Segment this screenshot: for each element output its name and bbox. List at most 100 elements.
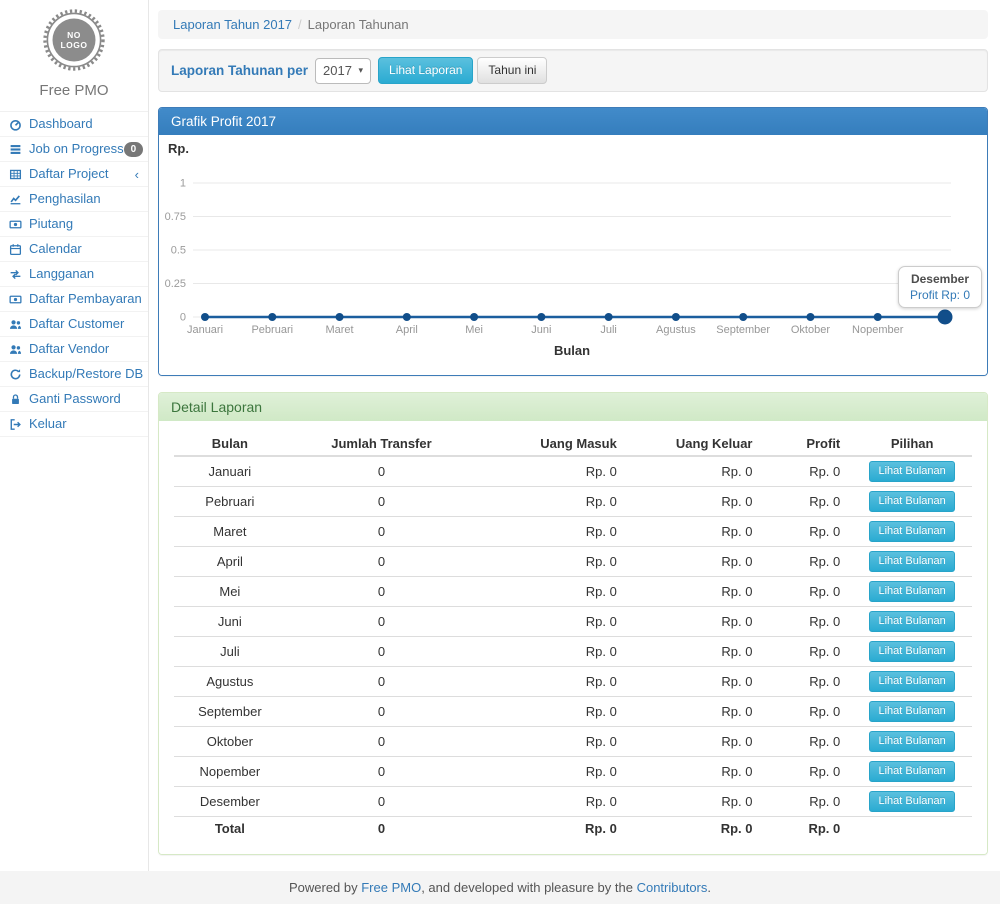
svg-text:Oktober: Oktober [791, 324, 830, 336]
svg-text:April: April [396, 324, 418, 336]
cell-bulan: Nopember [174, 757, 286, 787]
sidebar-item-label: Calendar [29, 241, 82, 257]
contributors-link[interactable]: Contributors [637, 880, 708, 895]
chevron-left-icon: ‹ [135, 169, 139, 180]
svg-text:Juli: Juli [600, 324, 617, 336]
lihat-bulanan-button[interactable]: Lihat Bulanan [869, 701, 954, 722]
total-masuk: Rp. 0 [477, 817, 629, 841]
sidebar-item-langganan[interactable]: Langganan [0, 262, 148, 287]
cell-bulan: Agustus [174, 667, 286, 697]
sidebar-item-daftar-vendor[interactable]: Daftar Vendor [0, 337, 148, 362]
sidebar-item-keluar[interactable]: Keluar [0, 412, 148, 437]
cell-bulan: Maret [174, 517, 286, 547]
sidebar-menu: DashboardJob on Progress0Daftar Project‹… [0, 111, 148, 437]
breadcrumb-link[interactable]: Laporan Tahun 2017 [173, 17, 292, 32]
lihat-laporan-button[interactable]: Lihat Laporan [378, 57, 473, 84]
total-jumlah: 0 [286, 817, 478, 841]
cell-profit: Rp. 0 [765, 727, 853, 757]
detail-panel-title: Detail Laporan [159, 393, 987, 421]
cell-masuk: Rp. 0 [477, 517, 629, 547]
cell-jumlah: 0 [286, 697, 478, 727]
cell-bulan: Pebruari [174, 487, 286, 517]
no-logo-badge: NO LOGO [42, 8, 106, 72]
tahun-ini-button[interactable]: Tahun ini [477, 57, 547, 84]
sidebar-item-penghasilan[interactable]: Penghasilan [0, 187, 148, 212]
sidebar-item-piutang[interactable]: Piutang [0, 212, 148, 237]
svg-text:September: September [716, 324, 770, 336]
lihat-bulanan-button[interactable]: Lihat Bulanan [869, 731, 954, 752]
laporan-table: Bulan Jumlah Transfer Uang Masuk Uang Ke… [174, 432, 972, 840]
lihat-bulanan-button[interactable]: Lihat Bulanan [869, 671, 954, 692]
sidebar-item-job-on-progress[interactable]: Job on Progress0 [0, 137, 148, 162]
lihat-bulanan-button[interactable]: Lihat Bulanan [869, 491, 954, 512]
sidebar-item-dashboard[interactable]: Dashboard [0, 112, 148, 137]
lihat-bulanan-button[interactable]: Lihat Bulanan [869, 791, 954, 812]
chart-tooltip-title: Desember [910, 272, 970, 286]
sidebar-item-calendar[interactable]: Calendar [0, 237, 148, 262]
cell-keluar: Rp. 0 [629, 757, 765, 787]
svg-text:Maret: Maret [325, 324, 353, 336]
total-keluar: Rp. 0 [629, 817, 765, 841]
cell-profit: Rp. 0 [765, 787, 853, 817]
lihat-bulanan-button[interactable]: Lihat Bulanan [869, 611, 954, 632]
table-row-pebruari: Pebruari0Rp. 0Rp. 0Rp. 0Lihat Bulanan [174, 487, 972, 517]
cell-jumlah: 0 [286, 727, 478, 757]
cell-masuk: Rp. 0 [477, 577, 629, 607]
profit-line-chart[interactable]: Rp.00.250.50.751JanuariPebruariMaretApri… [159, 135, 987, 373]
lihat-bulanan-button[interactable]: Lihat Bulanan [869, 581, 954, 602]
total-empty-cell [852, 817, 972, 841]
lihat-bulanan-button[interactable]: Lihat Bulanan [869, 551, 954, 572]
cell-keluar: Rp. 0 [629, 487, 765, 517]
sidebar-item-daftar-pembayaran[interactable]: Daftar Pembayaran [0, 287, 148, 312]
total-profit: Rp. 0 [765, 817, 853, 841]
sidebar-item-ganti-password[interactable]: Ganti Password [0, 387, 148, 412]
col-header-pilihan: Pilihan [852, 432, 972, 456]
cell-keluar: Rp. 0 [629, 697, 765, 727]
col-header-jumlah-transfer: Jumlah Transfer [286, 432, 478, 456]
cell-bulan: Mei [174, 577, 286, 607]
sidebar-item-label: Keluar [29, 416, 67, 432]
sidebar-item-label: Langganan [29, 266, 94, 282]
svg-text:Januari: Januari [187, 324, 223, 336]
cell-masuk: Rp. 0 [477, 667, 629, 697]
breadcrumb-current: Laporan Tahunan [308, 17, 409, 32]
page-wrapper: NO LOGO Free PMO DashboardJob on Progres… [0, 0, 1000, 871]
cell-keluar: Rp. 0 [629, 727, 765, 757]
filter-bar: Laporan Tahunan per 2017 ▾ Lihat Laporan… [158, 49, 988, 92]
lihat-bulanan-button[interactable]: Lihat Bulanan [869, 461, 954, 482]
cell-masuk: Rp. 0 [477, 727, 629, 757]
sidebar-item-daftar-customer[interactable]: Daftar Customer [0, 312, 148, 337]
table-row-september: September0Rp. 0Rp. 0Rp. 0Lihat Bulanan [174, 697, 972, 727]
sidebar-item-daftar-project[interactable]: Daftar Project‹ [0, 162, 148, 187]
cell-bulan: Juli [174, 637, 286, 667]
cell-bulan: Desember [174, 787, 286, 817]
cell-profit: Rp. 0 [765, 697, 853, 727]
lihat-bulanan-button[interactable]: Lihat Bulanan [869, 641, 954, 662]
svg-text:Nopember: Nopember [852, 324, 904, 336]
cell-jumlah: 0 [286, 667, 478, 697]
cell-keluar: Rp. 0 [629, 547, 765, 577]
svg-text:Mei: Mei [465, 324, 483, 336]
detail-panel: Detail Laporan Bulan Jumlah Transfer Uan… [158, 392, 988, 855]
svg-text:Juni: Juni [531, 324, 551, 336]
cell-keluar: Rp. 0 [629, 607, 765, 637]
sidebar-item-backup-restore-db[interactable]: Backup/Restore DB [0, 362, 148, 387]
chart-panel-title: Grafik Profit 2017 [159, 108, 987, 135]
table-header-row: Bulan Jumlah Transfer Uang Masuk Uang Ke… [174, 432, 972, 456]
cell-masuk: Rp. 0 [477, 607, 629, 637]
main-content: Laporan Tahun 2017/Laporan Tahunan Lapor… [149, 0, 1000, 871]
line-chart-icon [9, 193, 22, 206]
cell-bulan: September [174, 697, 286, 727]
table-row-januari: Januari0Rp. 0Rp. 0Rp. 0Lihat Bulanan [174, 456, 972, 487]
cell-bulan: Januari [174, 456, 286, 487]
table-row-maret: Maret0Rp. 0Rp. 0Rp. 0Lihat Bulanan [174, 517, 972, 547]
lihat-bulanan-button[interactable]: Lihat Bulanan [869, 761, 954, 782]
year-select[interactable]: 2017 ▾ [315, 58, 371, 84]
lihat-bulanan-button[interactable]: Lihat Bulanan [869, 521, 954, 542]
cell-keluar: Rp. 0 [629, 456, 765, 487]
refresh-icon [9, 368, 22, 381]
table-icon [9, 168, 22, 181]
freepmo-link[interactable]: Free PMO [361, 880, 421, 895]
table-total-row: Total 0 Rp. 0 Rp. 0 Rp. 0 [174, 817, 972, 841]
cell-jumlah: 0 [286, 547, 478, 577]
